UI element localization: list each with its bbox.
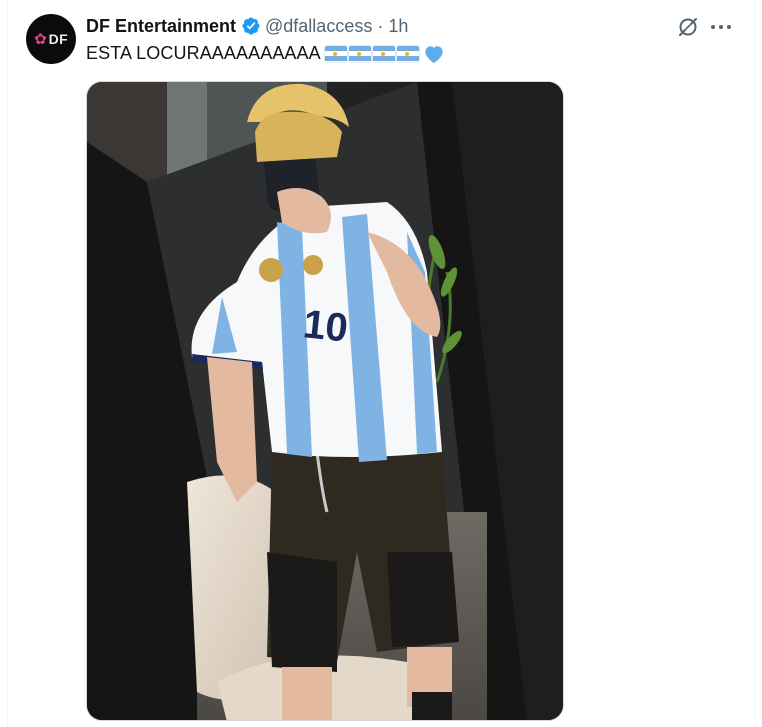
blue-heart-icon <box>423 44 445 64</box>
timeline-border-right <box>755 0 756 727</box>
author-name[interactable]: DF Entertainment <box>86 16 236 37</box>
more-icon[interactable] <box>708 15 734 39</box>
timeline-border-left <box>7 0 8 727</box>
argentina-flag-icon <box>372 45 395 62</box>
avatar-text: DF <box>48 31 68 47</box>
jersey-number: 10 <box>301 302 350 350</box>
verified-badge-icon[interactable] <box>241 16 261 36</box>
tweet-photo[interactable]: 10 <box>86 81 564 721</box>
tweet-text-body: ESTA LOCURAAAAAAAAAA <box>86 43 321 63</box>
separator-dot: · <box>377 15 384 36</box>
tweet-header: DF Entertainment @dfallaccess · 1h <box>86 15 408 37</box>
argentina-flag-icon <box>396 45 419 62</box>
author-handle[interactable]: @dfallaccess <box>265 16 372 37</box>
dancers-logo-icon: ✿ <box>34 30 47 48</box>
tweet-timestamp[interactable]: 1h <box>388 16 408 37</box>
argentina-flag-icon <box>348 45 371 62</box>
author-avatar[interactable]: ✿ DF <box>26 14 76 64</box>
grok-icon[interactable] <box>676 15 700 39</box>
argentina-flag-icon <box>324 45 347 62</box>
emoji-row <box>324 44 445 64</box>
tweet-text: ESTA LOCURAAAAAAAAAA <box>86 43 445 64</box>
